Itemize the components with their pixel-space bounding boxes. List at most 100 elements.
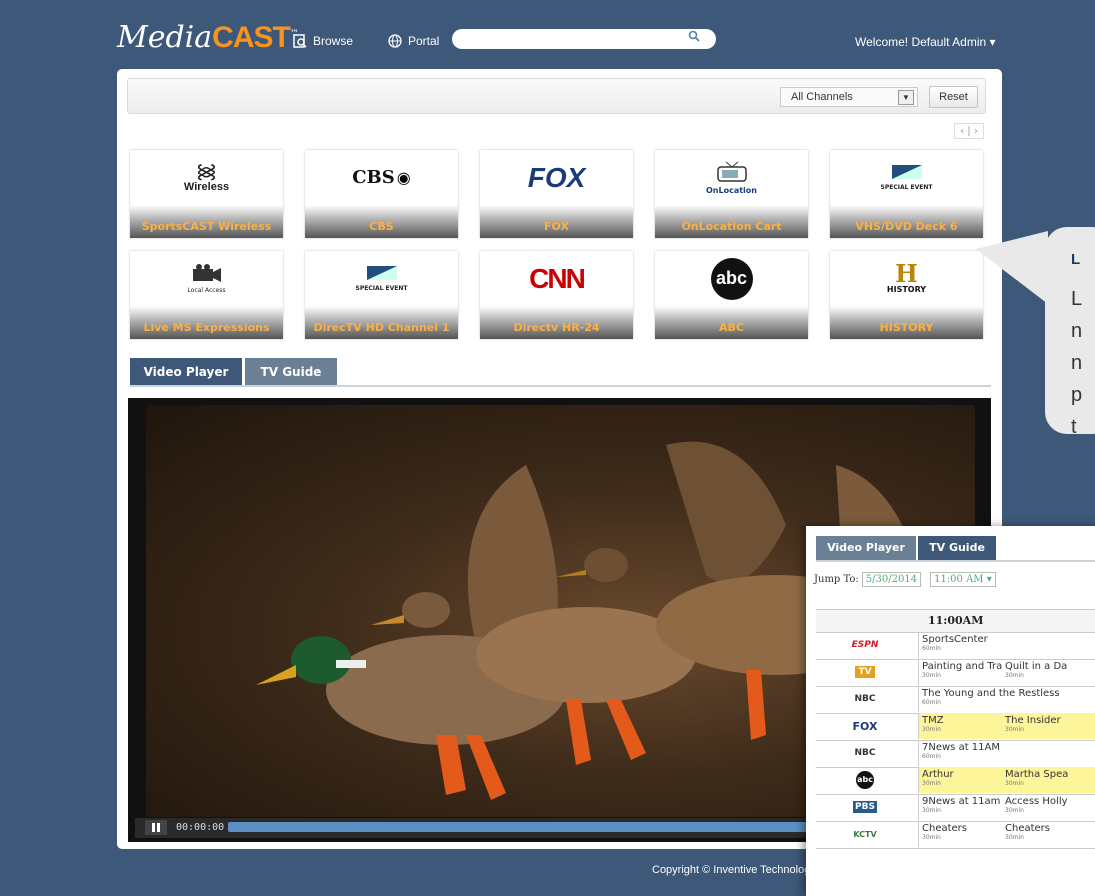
guide-program[interactable]: 9News at 11am 30min [918,794,1002,820]
reset-button[interactable]: Reset [929,86,978,108]
cbs-logo: CBS ◉ [305,150,458,205]
tab-video-player[interactable]: Video Player [130,358,242,386]
special-event-logo: SPECIAL EVENT [830,150,983,205]
browse-icon [293,34,307,48]
channel-select-value: All Channels [791,91,853,103]
tile-logo-text: OnLocation [706,186,757,195]
guide-row: KCTV Cheaters 30min Cheaters 30min [816,821,1095,849]
channel-logo-text: ESPN [851,640,879,650]
callout-body: L n n p t [1071,283,1082,443]
program-duration: 30min [1005,726,1024,733]
program-title: Quilt in a Da [1005,661,1068,672]
channel-logo-text: PBS [853,801,877,813]
channel-logo: abc [840,770,890,790]
channel-tile-cbs[interactable]: CBS ◉ CBS [305,150,458,238]
guide-program[interactable]: Quilt in a Da 30min [1002,659,1095,685]
program-title: 7News at 11AM [922,742,1000,753]
globe-icon [388,34,402,48]
cbs-eye-icon: ◉ [396,168,411,187]
search-input[interactable] [452,29,716,49]
guide-program[interactable]: Martha Spea 30min [1002,767,1095,793]
program-duration: 30min [922,726,941,733]
program-title: Martha Spea [1005,769,1069,780]
guide-row: ESPN SportsCenter 60min [816,632,1095,660]
guide-program[interactable]: Cheaters 30min [918,821,1002,847]
history-h-icon: H [895,259,918,288]
tab-tv-guide[interactable]: TV Guide [245,358,337,386]
channel-tile-directv-hd-channel-1[interactable]: SPECIAL EVENT DirecTV HD Channel 1 [305,251,458,339]
guide-time-select[interactable]: 11:00 AM ▾ [930,572,996,587]
tile-label: OnLocation Cart [655,205,808,238]
chevron-down-icon: ▼ [898,90,914,105]
tile-pager[interactable]: ‹ | › [954,123,984,139]
search-icon[interactable] [688,30,700,42]
channel-tile-history[interactable]: H HISTORY HISTORY [830,251,983,339]
guide-program[interactable]: The Young and the Restless 60min [918,686,1095,712]
tile-logo-text: SPECIAL EVENT [880,184,933,191]
pause-icon [152,823,160,832]
logo-media-text: Media [117,20,213,55]
tile-logo-text: CNN [529,262,586,294]
guide-program[interactable]: Painting and Travel30min [918,659,1002,685]
browse-label: Browse [313,34,354,48]
special-event-logo: SPECIAL EVENT [305,251,458,306]
channel-tile-sportscast-wireless[interactable]: ᯼ Wireless SportsCAST Wireless [130,150,283,238]
tile-label: SportsCAST Wireless [130,205,283,238]
guide-date-field[interactable]: 5/30/2014 [861,572,922,587]
guide-row: FOX TMZ 30min The Insider 30min [816,713,1095,741]
program-title: Access Holly [1005,796,1068,807]
channel-tile-directv-hr-24[interactable]: CNN Directv HR-24 [480,251,633,339]
program-title: SportsCenter [922,634,988,645]
guide-tab-tv-guide[interactable]: TV Guide [918,536,996,560]
tile-logo-text: abc [710,257,753,300]
special-event-icon [891,165,922,179]
portal-link[interactable]: Portal [388,34,439,48]
guide-program[interactable]: Access Holly 30min [1002,794,1095,820]
channel-tile-vhs-dvd-deck-6[interactable]: SPECIAL EVENT VHS/DVD Deck 6 [830,150,983,238]
guide-program[interactable]: Arthur 30min [918,767,1002,793]
tile-logo-text: FOX [527,161,586,193]
guide-program[interactable]: Cheaters 30min [1002,821,1095,847]
guide-program[interactable]: SportsCenter 60min [918,632,1095,658]
program-duration: 30min [1005,780,1024,787]
callout-bubble: L L n n p t [1045,227,1095,438]
program-duration: 30min [922,807,941,814]
user-menu[interactable]: Welcome! Default Admin ▾ [855,35,996,49]
program-title: Painting and Travel [922,661,1002,672]
channel-logo-text: NBC [854,748,876,758]
tv-guide-inset: Video Player TV Guide Jump To: 5/30/2014… [806,526,1095,896]
channel-tile-live-ms-expressions[interactable]: Local Access Live MS Expressions [130,251,283,339]
history-logo: H HISTORY [830,251,983,306]
channel-tile-fox[interactable]: FOX FOX [480,150,633,238]
pause-button[interactable] [145,820,167,835]
tile-label: ABC [655,306,808,339]
channel-logo: PBS [840,797,890,817]
program-title: The Young and the Restless [922,688,1060,699]
guide-program[interactable]: TMZ 30min [918,713,1002,739]
guide-row: abc Arthur 30min Martha Spea 30min [816,767,1095,795]
tile-label: HISTORY [830,306,983,339]
channel-tile-onlocation-cart[interactable]: OnLocation OnLocation Cart [655,150,808,238]
copyright-text: Copyright © Inventive Technology [652,864,816,876]
guide-tab-video-player[interactable]: Video Player [816,536,916,560]
channel-logo-text: abc [856,771,874,789]
tile-label: CBS [305,205,458,238]
guide-program[interactable]: 7News at 11AM 60min [918,740,1095,766]
program-duration: 30min [1005,807,1024,814]
callout-line: n [1071,352,1083,374]
program-duration: 30min [1005,672,1024,679]
tile-logo-text: Local Access [187,287,226,294]
browse-link[interactable]: Browse [293,34,353,48]
channel-logo-text: KCTV [853,829,877,839]
guide-tab-underline [816,560,1095,562]
channel-tile-abc[interactable]: abc ABC [655,251,808,339]
guide-program[interactable]: The Insider 30min [1002,713,1095,739]
channel-select[interactable]: All Channels ▼ [780,87,918,107]
tile-label: Live MS Expressions [130,306,283,339]
tile-logo-text: Wireless [183,180,230,193]
guide-row: PBS 9News at 11am 30min Access Holly 30min [816,794,1095,822]
tv-icon [716,161,747,182]
tile-logo-text: HISTORY [886,285,927,294]
channel-logo: TV [840,662,890,682]
mediacast-logo[interactable]: MediaCAST™ [117,20,299,55]
